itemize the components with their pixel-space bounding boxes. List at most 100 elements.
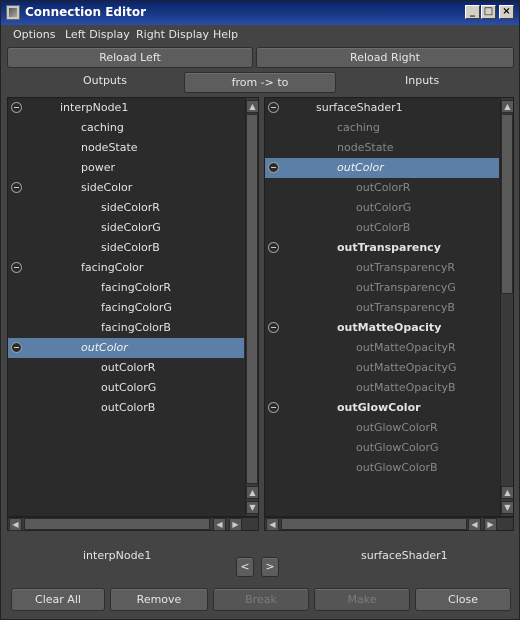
tree-row[interactable]: caching	[265, 118, 499, 138]
tree-row[interactable]: surfaceShader1	[265, 98, 499, 118]
tree-row[interactable]: sideColorR	[8, 198, 244, 218]
menu-options[interactable]: Options	[13, 28, 55, 41]
tree-row[interactable]: outColorG	[265, 198, 499, 218]
menu-left-display[interactable]: Left Display	[65, 28, 130, 41]
tree-row[interactable]: nodeState	[265, 138, 499, 158]
inputs-scroll-thumb[interactable]	[501, 114, 513, 294]
collapse-icon[interactable]	[268, 402, 279, 413]
previous-node-button[interactable]: <	[236, 557, 254, 577]
tree-row-label: caching	[337, 121, 380, 134]
tree-row[interactable]: outMatteOpacityB	[265, 378, 499, 398]
tree-row[interactable]: outMatteOpacityR	[265, 338, 499, 358]
next-node-button[interactable]: >	[261, 557, 279, 577]
tree-row[interactable]: outColor	[265, 158, 499, 178]
tree-row[interactable]: sideColorB	[8, 238, 244, 258]
scroll-up-icon[interactable]: ▲	[246, 486, 258, 499]
tree-row[interactable]: outColorB	[265, 218, 499, 238]
tree-row[interactable]: outGlowColorG	[265, 438, 499, 458]
close-window-button[interactable]: ×	[499, 5, 514, 19]
tree-row-label: outMatteOpacityR	[356, 341, 456, 354]
collapse-icon[interactable]	[268, 322, 279, 333]
tree-row[interactable]: sideColor	[8, 178, 244, 198]
scroll-left-icon[interactable]: ◀	[468, 518, 481, 531]
reload-left-button[interactable]: Reload Left	[7, 47, 253, 68]
tree-row-label: outGlowColor	[337, 401, 421, 414]
tree-row[interactable]: outTransparencyB	[265, 298, 499, 318]
scroll-right-icon[interactable]: ▶	[229, 518, 242, 531]
tree-row[interactable]: outMatteOpacityG	[265, 358, 499, 378]
outputs-horizontal-scrollbar[interactable]: ◀ ◀ ▶	[7, 517, 259, 531]
scroll-right-icon[interactable]: ▶	[484, 518, 497, 531]
scroll-up-icon[interactable]: ▲	[501, 486, 513, 499]
reload-right-button[interactable]: Reload Right	[256, 47, 514, 68]
tree-row[interactable]: outColorG	[8, 378, 244, 398]
direction-toggle-button[interactable]: from -> to	[184, 72, 336, 93]
tree-row-label: outTransparency	[337, 241, 441, 254]
collapse-icon[interactable]	[268, 102, 279, 113]
tree-row[interactable]: facingColorR	[8, 278, 244, 298]
tree-row[interactable]: sideColorG	[8, 218, 244, 238]
tree-row-label: outColorG	[356, 201, 412, 214]
inputs-horizontal-scrollbar[interactable]: ◀ ◀ ▶	[264, 517, 514, 531]
tree-row-label: facingColorR	[101, 281, 172, 294]
tree-row-label: outColorR	[356, 181, 411, 194]
tree-row-label: outColor	[337, 161, 384, 174]
tree-row[interactable]: outColorR	[8, 358, 244, 378]
minimize-button[interactable]: _	[465, 5, 480, 19]
app-icon	[6, 5, 20, 20]
tree-row-label: interpNode1	[60, 101, 129, 114]
tree-row[interactable]: outColorB	[8, 398, 244, 418]
scroll-down-icon[interactable]: ▼	[246, 501, 258, 514]
tree-row[interactable]: outMatteOpacity	[265, 318, 499, 338]
inputs-label: Inputs	[405, 74, 440, 87]
tree-row[interactable]: outTransparency	[265, 238, 499, 258]
collapse-icon[interactable]	[11, 102, 22, 113]
collapse-icon[interactable]	[11, 262, 22, 273]
tree-row[interactable]: facingColorB	[8, 318, 244, 338]
tree-row-label: outMatteOpacityG	[356, 361, 457, 374]
tree-row[interactable]: facingColorG	[8, 298, 244, 318]
collapse-icon[interactable]	[268, 242, 279, 253]
tree-row[interactable]: outColor	[8, 338, 244, 358]
tree-row-label: outColorG	[101, 381, 157, 394]
maximize-button[interactable]: □	[481, 5, 496, 19]
clear-all-button[interactable]: Clear All	[11, 588, 105, 611]
connection-editor-window: Connection Editor _ □ × Options Left Dis…	[0, 0, 520, 620]
tree-row[interactable]: interpNode1	[8, 98, 244, 118]
make-button[interactable]: Make	[314, 588, 410, 611]
tree-row[interactable]: caching	[8, 118, 244, 138]
collapse-icon[interactable]	[11, 342, 22, 353]
tree-row[interactable]: facingColor	[8, 258, 244, 278]
tree-row[interactable]: outGlowColorR	[265, 418, 499, 438]
inputs-tree-panel[interactable]: surfaceShader1 caching nodeState outColor ou…	[264, 97, 514, 517]
remove-button[interactable]: Remove	[110, 588, 208, 611]
tree-row[interactable]: outTransparencyR	[265, 258, 499, 278]
scroll-left-icon[interactable]: ◀	[213, 518, 226, 531]
tree-row[interactable]: outGlowColor	[265, 398, 499, 418]
tree-row[interactable]: outTransparencyG	[265, 278, 499, 298]
menu-right-display[interactable]: Right Display	[136, 28, 209, 41]
tree-row[interactable]: power	[8, 158, 244, 178]
break-button[interactable]: Break	[213, 588, 309, 611]
collapse-icon[interactable]	[11, 182, 22, 193]
inputs-vertical-scrollbar[interactable]: ▲ ▲ ▼	[500, 98, 513, 516]
tree-row-label: facingColorB	[101, 321, 171, 334]
outputs-scroll-thumb[interactable]	[246, 114, 258, 484]
inputs-hscroll-thumb[interactable]	[281, 518, 467, 530]
outputs-tree-panel[interactable]: interpNode1 caching nodeState power sideColo…	[7, 97, 259, 517]
menu-bar: Options Left Display Right Display Help	[1, 25, 519, 45]
scroll-left-icon[interactable]: ◀	[9, 518, 22, 531]
scroll-up-icon[interactable]: ▲	[501, 100, 513, 113]
scroll-left-icon[interactable]: ◀	[266, 518, 279, 531]
collapse-icon[interactable]	[268, 162, 279, 173]
outputs-vertical-scrollbar[interactable]: ▲ ▲ ▼	[245, 98, 258, 516]
scroll-up-icon[interactable]: ▲	[246, 100, 258, 113]
close-button[interactable]: Close	[415, 588, 511, 611]
tree-row-label: sideColor	[81, 181, 133, 194]
tree-row[interactable]: nodeState	[8, 138, 244, 158]
tree-row[interactable]: outGlowColorB	[265, 458, 499, 478]
outputs-hscroll-thumb[interactable]	[24, 518, 210, 530]
scroll-down-icon[interactable]: ▼	[501, 501, 513, 514]
menu-help[interactable]: Help	[213, 28, 238, 41]
tree-row[interactable]: outColorR	[265, 178, 499, 198]
